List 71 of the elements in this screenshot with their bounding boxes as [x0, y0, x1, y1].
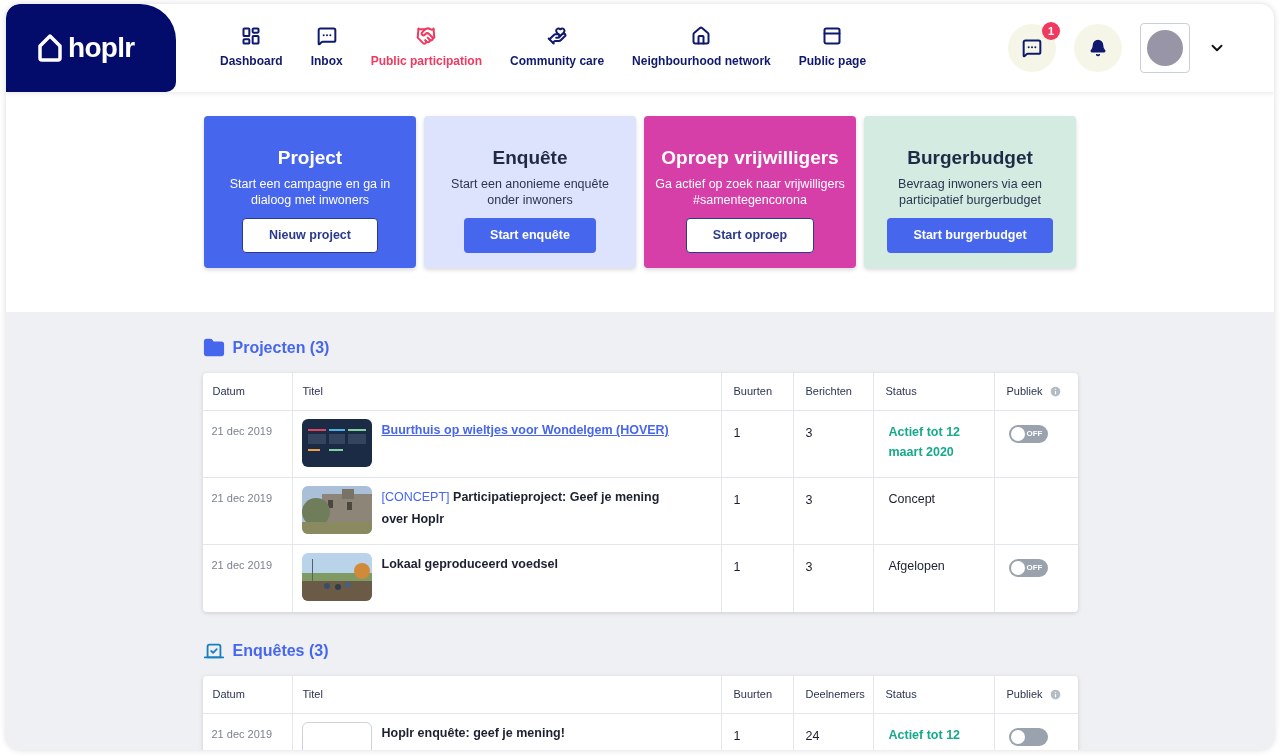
- card-title: Oproep vrijwilligers: [661, 145, 839, 170]
- card-description: Start een campagne en ga in dialoog met inwoners: [228, 176, 392, 208]
- chat-icon: [1022, 38, 1042, 58]
- notifications-button[interactable]: [1074, 24, 1122, 72]
- card-button[interactable]: Start burgerbudget: [887, 218, 1053, 253]
- column-header: Deelnemers: [805, 687, 865, 703]
- column-header: Berichten: [805, 384, 852, 400]
- column-header: Titel: [302, 687, 323, 703]
- section-title: Projecten (3): [232, 338, 330, 358]
- status-cell-text: Actief tot 12: [888, 727, 962, 744]
- column-header: Publiek: [1006, 687, 1043, 703]
- buurten-cell: 1: [733, 426, 741, 440]
- notification-badge: 1: [1042, 22, 1060, 40]
- status-cell-text: Afgelopen: [888, 558, 946, 575]
- card-button[interactable]: Start oproep: [685, 218, 815, 253]
- project-title[interactable]: Lokaal geproduceerd voedsel: [381, 553, 598, 575]
- column-header: Status: [885, 384, 917, 400]
- project-title[interactable]: Hoplr enquête: geef je mening!: [381, 722, 605, 744]
- hand-heart-icon: [547, 26, 568, 46]
- house-logo-icon: [36, 33, 64, 63]
- info-icon: [1048, 385, 1062, 398]
- section-title: Enquêtes (3): [232, 641, 329, 661]
- card-description: Ga actief op zoek naar vrijwilligers #samentegencorona: [654, 176, 846, 208]
- column-header: Publiek: [1006, 384, 1043, 400]
- date-cell: 21 dec 2019: [211, 728, 273, 740]
- handshake-icon: [416, 26, 437, 46]
- card-button[interactable]: Nieuw project: [242, 218, 378, 253]
- bell-icon: [1089, 39, 1107, 57]
- nav-tab[interactable]: Public participation: [356, 4, 497, 92]
- card-title: Project: [277, 145, 343, 170]
- date-cell: 21 dec 2019: [211, 559, 273, 571]
- nav-tab[interactable]: Public page: [784, 4, 881, 92]
- status-cell-text: Concept: [888, 491, 937, 508]
- profile-button[interactable]: [1140, 23, 1190, 73]
- buurten-cell: 1: [733, 493, 741, 507]
- project-link[interactable]: Buurthuis op wieltjes voor Wondelgem (HOVER): [381, 419, 709, 441]
- column-header: Buurten: [733, 384, 773, 400]
- project-title[interactable]: [CONCEPT] Participatieproject: Geef je mening over Hoplr: [381, 486, 712, 530]
- public-toggle[interactable]: [1008, 728, 1048, 746]
- column-header: Datum: [212, 687, 245, 703]
- card-title: Burgerbudget: [907, 145, 1033, 170]
- card-title: Enquête: [492, 145, 568, 170]
- card-description: Bevraag inwoners via een participatief burgerbudget: [897, 176, 1043, 208]
- date-cell: 21 dec 2019: [211, 425, 273, 437]
- column-header: Status: [885, 687, 917, 703]
- column-header: Titel: [302, 384, 323, 400]
- nav-tab[interactable]: Inbox: [296, 4, 357, 92]
- info-icon: [1048, 688, 1062, 701]
- nav-tab[interactable]: Dashboard: [206, 4, 297, 92]
- buurten-cell: 1: [733, 560, 741, 574]
- column-header: Buurten: [733, 687, 773, 703]
- column-header: Datum: [212, 384, 245, 400]
- nav-tab[interactable]: Neighbourhood network: [618, 4, 785, 92]
- buurten-cell: 1: [733, 729, 741, 743]
- count-cell: 3: [805, 426, 813, 440]
- card-description: Start een anonieme enquête onder inwoners: [450, 176, 610, 208]
- chat-icon: [316, 26, 337, 46]
- count-cell: 24: [805, 729, 820, 743]
- status-cell-text: Actief tot 12 maart 2020: [888, 424, 962, 461]
- nav-tab[interactable]: Community care: [496, 4, 619, 92]
- count-cell: 3: [805, 560, 813, 574]
- logo-panel[interactable]: hoplr: [6, 4, 176, 92]
- card-button[interactable]: Start enquête: [464, 218, 596, 253]
- avatar: [1147, 30, 1183, 66]
- house-icon: [691, 26, 712, 46]
- count-cell: 3: [805, 493, 813, 507]
- logo-text: hoplr: [68, 31, 135, 65]
- dashboard-icon: [241, 26, 262, 46]
- page-layout-icon: [822, 26, 843, 46]
- folder-icon: [202, 337, 225, 359]
- date-cell: 21 dec 2019: [211, 492, 273, 504]
